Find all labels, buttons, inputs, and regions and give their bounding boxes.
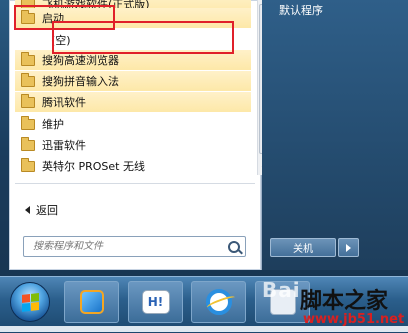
search-box[interactable] [23, 236, 246, 257]
folder-icon [21, 157, 35, 172]
taskbar-app-1[interactable] [64, 281, 119, 323]
watermark-url: www.jb51.net [303, 312, 405, 327]
back-button[interactable]: 返回 [15, 201, 58, 219]
program-label: 英特尔 PROSet 无线 [42, 160, 145, 173]
folder-icon [21, 136, 35, 151]
program-folder-maintenance[interactable]: 维护 [15, 114, 251, 134]
chevron-right-icon [346, 243, 351, 252]
folder-icon [21, 51, 35, 66]
chat-app-icon: H! [141, 290, 170, 314]
folder-icon [21, 93, 35, 108]
search-icon[interactable] [228, 241, 240, 253]
app-window-icon [79, 290, 104, 314]
folder-icon [21, 72, 35, 87]
program-folder-intel-proset[interactable]: 英特尔 PROSet 无线 [15, 156, 251, 176]
annotation-box-empty [52, 21, 234, 54]
program-label: 搜狗拼音输入法 [42, 75, 119, 88]
search-input[interactable] [31, 240, 225, 253]
program-label: 迅雷软件 [42, 139, 86, 152]
shutdown-button[interactable]: 关机 [270, 238, 336, 257]
program-folder-tencent[interactable]: 腾讯软件 [15, 92, 251, 112]
program-folder-xunlei[interactable]: 迅雷软件 [15, 135, 251, 155]
default-programs-link[interactable]: 默认程序 [279, 2, 323, 18]
program-label: 维护 [42, 118, 64, 131]
taskbar-app-2[interactable]: H! [128, 281, 183, 323]
program-folder-sogou-input[interactable]: 搜狗拼音输入法 [15, 71, 251, 91]
back-arrow-icon [25, 206, 30, 214]
folder-icon [21, 115, 35, 130]
menu-divider [15, 183, 255, 184]
start-menu-right-pane [262, 0, 408, 270]
back-label: 返回 [36, 204, 58, 217]
shutdown-options-button[interactable] [338, 238, 359, 257]
taskbar-internet-explorer[interactable] [191, 281, 246, 323]
watermark-baidu: Bai [262, 278, 301, 302]
watermark-site-name: 脚本之家 [300, 289, 389, 314]
internet-explorer-icon [205, 289, 232, 315]
start-button[interactable] [10, 282, 50, 322]
program-label: 腾讯软件 [42, 96, 86, 109]
windows-logo-icon [22, 293, 39, 312]
bottom-edge [0, 326, 408, 332]
program-label: 搜狗高速浏览器 [42, 54, 119, 67]
